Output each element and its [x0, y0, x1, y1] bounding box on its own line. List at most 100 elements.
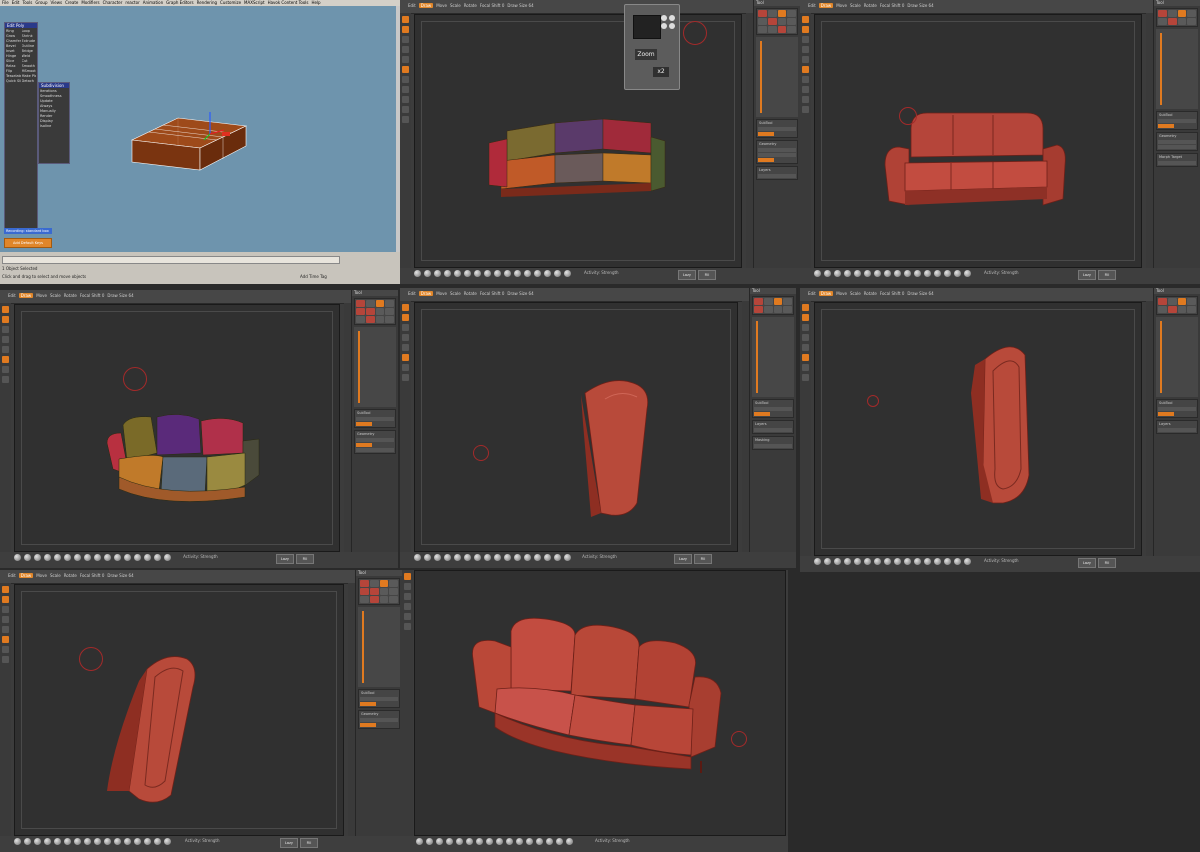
subdivision-options[interactable]: Iterations Smoothness Update Always Manually…: [39, 88, 69, 129]
tool-move-button[interactable]: Move: [836, 291, 847, 296]
tool-edit-button[interactable]: Edit: [8, 573, 16, 578]
zb-tool-palette[interactable]: Tool SubTool Geometry: [351, 290, 398, 568]
tool-draw-button[interactable]: Draw: [818, 3, 834, 8]
brush-thumbnail[interactable]: [954, 558, 961, 565]
floater-buttons[interactable]: Ring Loop Grow Shrink Chamfer Extrude Bevel Out…: [5, 28, 37, 84]
brush-thumbnail[interactable]: [914, 558, 921, 565]
brush-thumbnail[interactable]: [124, 554, 131, 561]
brush-thumbnail[interactable]: [474, 270, 481, 277]
zb-tool-palette[interactable]: Tool SubTool Geometry Morph Target: [1153, 0, 1200, 284]
tool-rotate-button[interactable]: Rotate: [464, 291, 477, 296]
brush-thumbnail[interactable]: [844, 270, 851, 277]
subdivision-floater[interactable]: Subdivision Iterations Smoothness Update Al…: [38, 82, 70, 164]
brush-thumbnail[interactable]: [464, 270, 471, 277]
tool-scale-button[interactable]: Scale: [50, 293, 61, 298]
tool-draw-button[interactable]: Draw: [418, 3, 434, 8]
floater-button[interactable]: Chamfer: [6, 39, 21, 43]
zoom-label[interactable]: Zoom: [635, 49, 657, 60]
zb-right-shelf[interactable]: [742, 301, 749, 552]
focal-slider[interactable]: Focal Shift 0: [80, 293, 105, 298]
brush-thumbnail[interactable]: [424, 270, 431, 277]
floater-button[interactable]: Bridge: [22, 49, 37, 53]
tool-edit-button[interactable]: Edit: [8, 293, 16, 298]
brush-thumbnail[interactable]: [854, 558, 861, 565]
floater-button[interactable]: Hinge: [6, 54, 21, 58]
brush-thumbnail[interactable]: [536, 838, 543, 845]
brush-thumbnail[interactable]: [884, 558, 891, 565]
zb-toolbar[interactable]: Edit Draw Move Scale Rotate Focal Shift 0 Draw…: [8, 293, 134, 298]
brush-thumbnail[interactable]: [446, 838, 453, 845]
zb-toolbar[interactable]: Edit Draw Move Scale Rotate Focal Shift 0 Draw…: [808, 3, 934, 8]
brush-thumbnail[interactable]: [524, 270, 531, 277]
subdivision-option[interactable]: Smoothness: [40, 94, 68, 98]
tool-move-button[interactable]: Move: [836, 3, 847, 8]
brush-shelf[interactable]: [14, 838, 171, 845]
tool-rotate-button[interactable]: Rotate: [64, 573, 77, 578]
zb-tool-palette[interactable]: Tool SubTool Geometry Layers: [753, 0, 800, 284]
brush-thumbnail[interactable]: [934, 270, 941, 277]
brush-thumbnail[interactable]: [854, 270, 861, 277]
focal-slider[interactable]: Focal Shift 0: [80, 573, 105, 578]
tool-draw-button[interactable]: Draw: [18, 573, 34, 578]
brush-thumbnail[interactable]: [934, 558, 941, 565]
brush-thumbnail[interactable]: [554, 554, 561, 561]
tool-scale-button[interactable]: Scale: [50, 573, 61, 578]
zb-right-shelf[interactable]: [1146, 13, 1153, 268]
zb-toolbar[interactable]: Edit Draw Move Scale Rotate Focal Shift 0 Draw…: [808, 291, 934, 296]
brush-thumbnail[interactable]: [454, 270, 461, 277]
zb-left-shelf[interactable]: [402, 570, 413, 836]
zb-canvas[interactable]: [814, 302, 1142, 556]
brush-thumbnail[interactable]: [954, 270, 961, 277]
tool-move-button[interactable]: Move: [436, 3, 447, 8]
floater-button[interactable]: Cut: [22, 59, 37, 63]
brush-thumbnail[interactable]: [564, 554, 571, 561]
brush-thumbnail[interactable]: [516, 838, 523, 845]
subdivision-option[interactable]: Isoline: [40, 124, 68, 128]
floater-button[interactable]: Outline: [22, 44, 37, 48]
brush-thumbnail[interactable]: [824, 558, 831, 565]
zb-toolbar[interactable]: Edit Draw Move Scale Rotate Focal Shift 0 Draw…: [408, 291, 534, 296]
brush-thumbnail[interactable]: [494, 270, 501, 277]
brush-thumbnail[interactable]: [564, 270, 571, 277]
brush-thumbnail[interactable]: [864, 558, 871, 565]
floater-button[interactable]: Smooth: [22, 64, 37, 68]
brush-thumbnail[interactable]: [54, 838, 61, 845]
brush-thumbnail[interactable]: [434, 270, 441, 277]
floater-button[interactable]: Bevel: [6, 44, 21, 48]
brush-shelf[interactable]: [416, 838, 573, 845]
brush-thumbnail[interactable]: [546, 838, 553, 845]
draw-size-slider[interactable]: Draw Size 64: [507, 291, 533, 296]
tool-scale-button[interactable]: Scale: [850, 3, 861, 8]
zb-left-shelf[interactable]: [0, 303, 11, 552]
brush-thumbnail[interactable]: [74, 838, 81, 845]
brush-thumbnail[interactable]: [524, 554, 531, 561]
zb-toolbar[interactable]: Edit Draw Move Scale Rotate Focal Shift 0 Draw…: [8, 573, 134, 578]
brush-thumbnail[interactable]: [514, 270, 521, 277]
tool-rotate-button[interactable]: Rotate: [64, 293, 77, 298]
brush-thumbnail[interactable]: [484, 270, 491, 277]
zb-left-shelf[interactable]: [800, 301, 811, 556]
zb-right-shelf[interactable]: [348, 583, 355, 836]
brush-thumbnail[interactable]: [894, 270, 901, 277]
floater-button[interactable]: Flip: [6, 69, 21, 73]
zb-canvas[interactable]: [414, 302, 738, 552]
subdivision-option[interactable]: Always: [40, 104, 68, 108]
time-slider[interactable]: [2, 256, 340, 264]
focal-slider[interactable]: Focal Shift 0: [880, 3, 905, 8]
tool-draw-button[interactable]: Draw: [818, 291, 834, 296]
brush-thumbnail[interactable]: [874, 270, 881, 277]
draw-size-slider[interactable]: Draw Size 64: [907, 3, 933, 8]
subdivision-option[interactable]: Display: [40, 119, 68, 123]
brush-thumbnail[interactable]: [506, 838, 513, 845]
floater-button[interactable]: Slice: [6, 59, 21, 63]
brush-thumbnail[interactable]: [534, 554, 541, 561]
brush-thumbnail[interactable]: [904, 270, 911, 277]
brush-thumbnail[interactable]: [14, 554, 21, 561]
zoom-navigation-popup[interactable]: Zoom x2: [624, 4, 680, 90]
brush-thumbnail[interactable]: [834, 558, 841, 565]
brush-thumbnail[interactable]: [414, 554, 421, 561]
zb-canvas[interactable]: [414, 570, 786, 836]
brush-thumbnail[interactable]: [64, 554, 71, 561]
brush-thumbnail[interactable]: [466, 838, 473, 845]
zb-right-shelf[interactable]: [746, 13, 753, 268]
